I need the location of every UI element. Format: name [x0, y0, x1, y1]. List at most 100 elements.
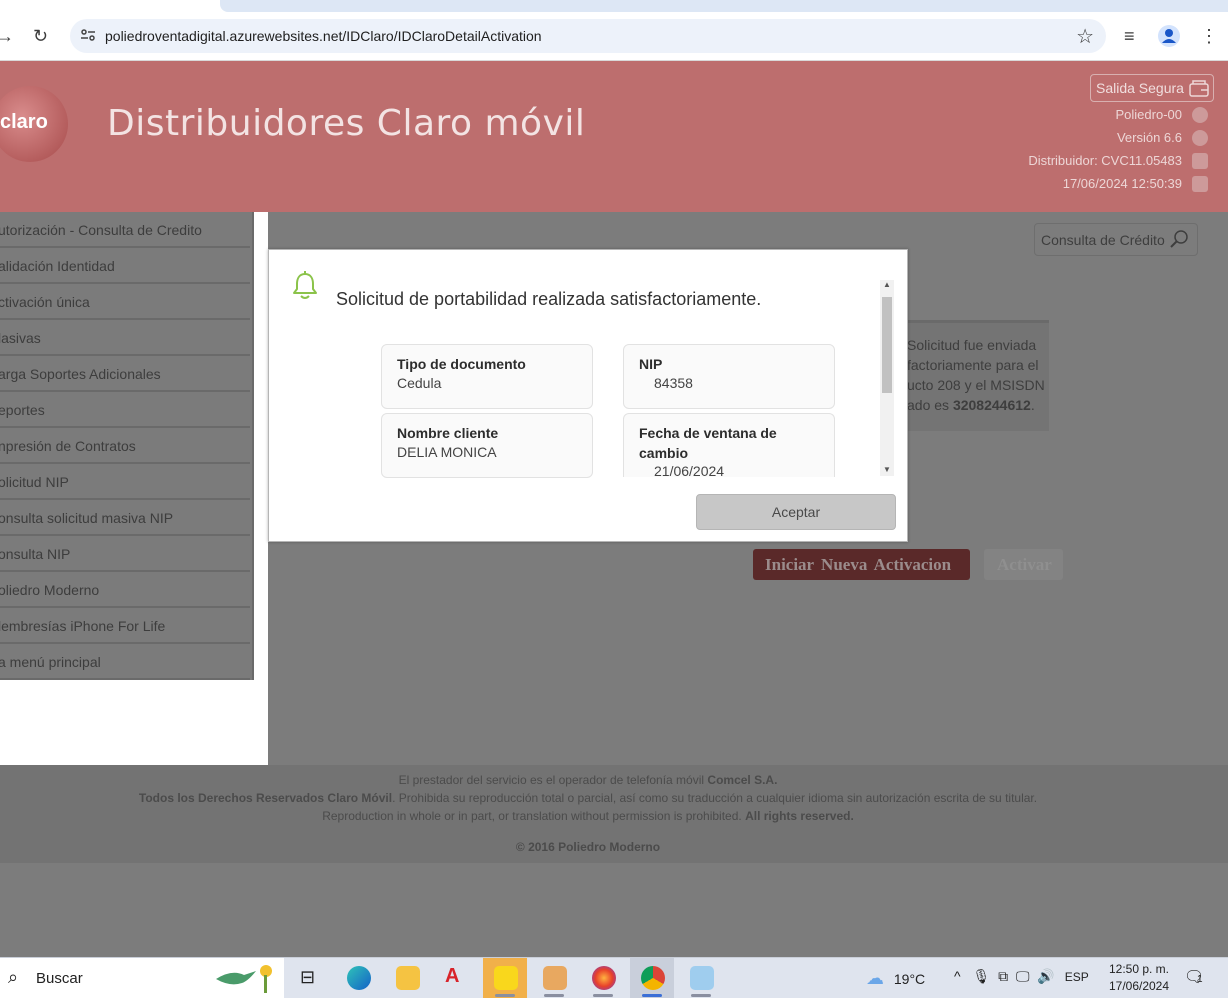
sidebar-item-label: eportes	[0, 402, 45, 418]
dialog-title: Solicitud de portabilidad realizada sati…	[336, 289, 762, 309]
sidebar-item-validacion[interactable]: alidación Identidad	[0, 248, 250, 284]
browser-toolbar: → ↻ poliedroventadigital.azurewebsites.n…	[0, 13, 1228, 61]
sidebar-item-label: lasivas	[0, 330, 41, 346]
footer-line-operator: El prestador del servicio es el operador…	[0, 773, 1176, 787]
dialog-scrollbar[interactable]: ▲ ▼	[880, 280, 894, 476]
secure-exit-button[interactable]: Salida Segura	[1090, 74, 1214, 102]
sidebar-item-masivas[interactable]: lasivas	[0, 320, 250, 356]
task-view-button[interactable]: ⊟	[286, 958, 330, 998]
tray-app-icon[interactable]: ⧉	[998, 968, 1008, 984]
system-tray: ^ 🎙 ⧉ 🖵 🔊 ESP	[954, 968, 1089, 985]
taskbar-app-notepad[interactable]	[679, 958, 723, 998]
sidebar-item-menu-principal[interactable]: a menú principal	[0, 644, 250, 680]
taskbar-app-acrobat[interactable]: A	[434, 958, 478, 998]
sidebar-item-label: ctivación única	[0, 294, 90, 310]
sidebar-item-impresion[interactable]: npresión de Contratos	[0, 428, 250, 464]
field-client-name: Nombre cliente DELIA MONICA	[381, 413, 593, 478]
sidebar-item-label: utorización - Consulta de Credito	[0, 222, 202, 238]
sidebar-item-carga-soportes[interactable]: arga Soportes Adicionales	[0, 356, 250, 392]
taskbar-app-utility[interactable]	[532, 958, 576, 998]
sidebar-item-consulta-nip[interactable]: onsulta NIP	[0, 536, 250, 572]
activate-button[interactable]: Activar	[984, 549, 1063, 580]
firefox-icon	[592, 966, 616, 990]
browser-tab[interactable]	[220, 0, 1228, 12]
media-control-icon[interactable]: ≡	[1124, 27, 1135, 45]
field-label: Nombre cliente	[397, 425, 499, 441]
notification-center-button[interactable]: 🗨 1	[1184, 967, 1204, 987]
notepad-icon	[690, 966, 714, 990]
wallet-icon	[1189, 80, 1209, 97]
site-header: claro Distribuidores Claro móvil Salida …	[0, 61, 1228, 212]
page-bottom-area	[0, 863, 1228, 957]
folder-icon	[396, 966, 420, 990]
scroll-up-arrow-icon[interactable]: ▲	[883, 280, 891, 289]
user-icon	[1192, 107, 1208, 123]
scroll-down-arrow-icon[interactable]: ▼	[883, 465, 891, 474]
sidebar-item-reportes[interactable]: eportes	[0, 392, 250, 428]
taskbar-app-firefox[interactable]	[581, 958, 625, 998]
language-indicator[interactable]: ESP	[1065, 970, 1089, 984]
temperature: 19°C	[893, 971, 926, 987]
notice-line-prefix: ado es	[907, 397, 953, 413]
field-value: 21/06/2024	[654, 463, 725, 479]
taskbar-search[interactable]: ⌕ Buscar	[0, 958, 284, 998]
sidebar-item-activacion[interactable]: ctivación única	[0, 284, 250, 320]
header-version: Versión 6.6	[1116, 130, 1182, 145]
distributor-icon	[1192, 153, 1208, 169]
footer-copyright: © 2016 Poliedro Moderno	[515, 840, 661, 854]
volume-icon[interactable]: 🔊	[1037, 968, 1054, 984]
header-datetime: 17/06/2024 12:50:39	[1062, 176, 1182, 191]
site-settings-icon[interactable]	[80, 27, 96, 43]
hummingbird-decoration-icon	[216, 965, 272, 993]
taskbar-app-edge[interactable]	[336, 958, 380, 998]
sidebar-item-autorizacion[interactable]: utorización - Consulta de Credito	[0, 212, 250, 248]
microphone-icon[interactable]: 🎙	[972, 968, 990, 984]
weather-widget[interactable]: ☁ 19°C	[866, 968, 925, 989]
new-activation-button[interactable]: Iniciar Nueva Activacion	[753, 549, 970, 580]
taskbar-app-sticky-notes[interactable]	[483, 958, 527, 998]
notice-line: ado es 3208244612.	[907, 395, 1049, 415]
clock-date: 17/06/2024	[1108, 979, 1170, 993]
sticky-notes-icon	[494, 966, 518, 990]
profile-icon[interactable]	[1158, 25, 1180, 47]
url-text[interactable]: poliedroventadigital.azurewebsites.net/I…	[105, 28, 542, 44]
footer-line-reproduction: Reproduction in whole or in part, or tra…	[0, 809, 1176, 823]
sidebar-item-consulta-masiva-nip[interactable]: onsulta solicitud masiva NIP	[0, 500, 250, 536]
sidebar-item-label: arga Soportes Adicionales	[0, 366, 161, 382]
footer-text: El prestador del servicio es el operador…	[398, 773, 708, 787]
sidebar-item-membresias[interactable]: lembresías iPhone For Life	[0, 608, 250, 644]
footer-operator: Comcel S.A.	[707, 773, 778, 787]
taskbar-app-file-explorer[interactable]	[385, 958, 429, 998]
forward-icon[interactable]: →	[0, 27, 14, 45]
credit-check-button[interactable]: Consulta de Crédito	[1034, 223, 1198, 256]
footer-text: . Prohibida su reproducción total o parc…	[392, 791, 1038, 805]
sidebar-item-label: olicitud NIP	[0, 474, 69, 490]
web-page: claro Distribuidores Claro móvil Salida …	[0, 61, 1228, 957]
field-label: Fecha de ventana de cambio	[639, 425, 777, 461]
show-hidden-icons-chevron-icon[interactable]: ^	[954, 968, 961, 984]
cloud-icon: ☁	[866, 968, 884, 988]
search-icon	[1170, 230, 1188, 248]
scroll-thumb[interactable]	[882, 297, 892, 393]
reload-icon[interactable]: ↻	[33, 27, 48, 45]
taskbar-search-label: Buscar	[36, 970, 83, 987]
field-label: NIP	[639, 356, 663, 372]
network-icon[interactable]: 🖵	[1016, 968, 1030, 984]
sidebar-item-poliedro-moderno[interactable]: oliedro Moderno	[0, 572, 250, 608]
taskbar-app-chrome[interactable]	[630, 958, 674, 998]
bookmark-star-icon[interactable]: ☆	[1076, 24, 1094, 49]
accept-button[interactable]: Aceptar	[696, 494, 896, 530]
sidebar-item-solicitud-nip[interactable]: olicitud NIP	[0, 464, 250, 500]
claro-logo: claro	[0, 86, 68, 162]
field-value: 84358	[654, 375, 693, 391]
edge-icon	[347, 966, 371, 990]
browser-menu-icon[interactable]: ⋮	[1200, 27, 1218, 45]
acrobat-icon: A	[445, 965, 460, 987]
utility-app-icon	[543, 966, 567, 990]
sidebar-item-label: lembresías iPhone For Life	[0, 618, 166, 634]
taskbar-clock[interactable]: 12:50 p. m. 17/06/2024	[1104, 961, 1174, 995]
notice-line-suffix: .	[1030, 397, 1035, 413]
new-activation-label: Iniciar Nueva Activacion	[765, 555, 952, 574]
address-bar[interactable]: poliedroventadigital.azurewebsites.net/I…	[70, 19, 1106, 53]
field-nip: NIP 84358	[623, 344, 835, 409]
